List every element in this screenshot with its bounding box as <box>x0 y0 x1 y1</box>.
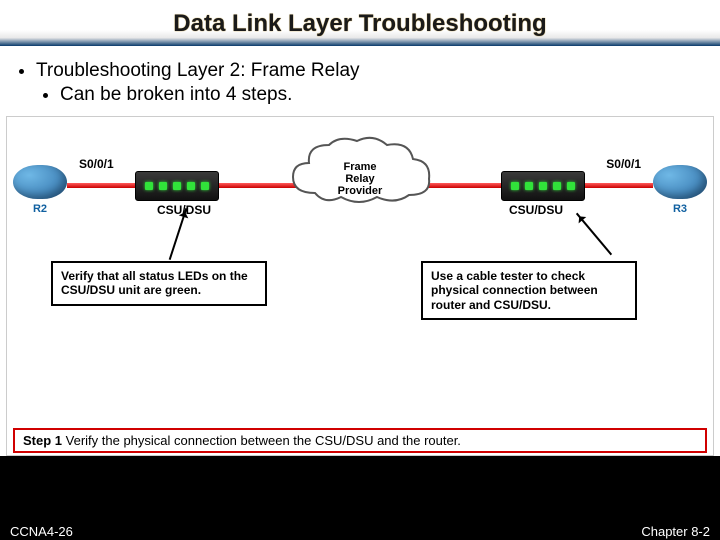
led-icon <box>539 182 547 190</box>
cable-left-1 <box>67 183 135 188</box>
led-icon <box>187 182 195 190</box>
cable-right-2 <box>423 183 503 188</box>
arrow-right-icon <box>576 213 612 256</box>
router-left-label: R2 <box>13 203 67 215</box>
step-number: Step 1 <box>23 433 62 448</box>
network-diagram: R2 S0/0/1 CSU/DSU Frame Relay Provider <box>6 116 714 456</box>
bullet-1: Troubleshooting Layer 2: Frame Relay <box>36 60 712 82</box>
led-icon <box>201 182 209 190</box>
bullet-2: Can be broken into 4 steps. <box>60 84 712 106</box>
led-icon <box>553 182 561 190</box>
footer-left: CCNA4-26 <box>10 524 73 539</box>
led-icon <box>511 182 519 190</box>
slide-body: Troubleshooting Layer 2: Frame Relay Can… <box>0 46 720 456</box>
interface-left-label: S0/0/1 <box>79 157 114 171</box>
title-band: Data Link Layer Troubleshooting <box>0 0 720 46</box>
led-icon <box>173 182 181 190</box>
csu-right-icon <box>501 171 585 201</box>
slide-title: Data Link Layer Troubleshooting <box>0 10 720 38</box>
step-text: Verify the physical connection between t… <box>66 433 461 448</box>
callout-left: Verify that all status LEDs on the CSU/D… <box>51 261 267 306</box>
led-icon <box>525 182 533 190</box>
bullet-list: Troubleshooting Layer 2: Frame Relay Can… <box>36 60 712 106</box>
step-strip: Step 1 Verify the physical connection be… <box>13 428 707 453</box>
router-right-label: R3 <box>653 203 707 215</box>
cloud-icon: Frame Relay Provider <box>285 133 435 211</box>
csu-left-icon <box>135 171 219 201</box>
cloud-label: Frame Relay Provider <box>285 161 435 197</box>
led-icon <box>159 182 167 190</box>
led-icon <box>145 182 153 190</box>
interface-right-label: S0/0/1 <box>606 157 641 171</box>
router-right-icon <box>653 165 707 199</box>
csu-right-label: CSU/DSU <box>509 203 563 217</box>
led-icon <box>567 182 575 190</box>
cable-right-1 <box>585 183 653 188</box>
router-left-icon <box>13 165 67 199</box>
callout-right: Use a cable tester to check physical con… <box>421 261 637 320</box>
footer-right: Chapter 8-2 <box>641 524 710 539</box>
